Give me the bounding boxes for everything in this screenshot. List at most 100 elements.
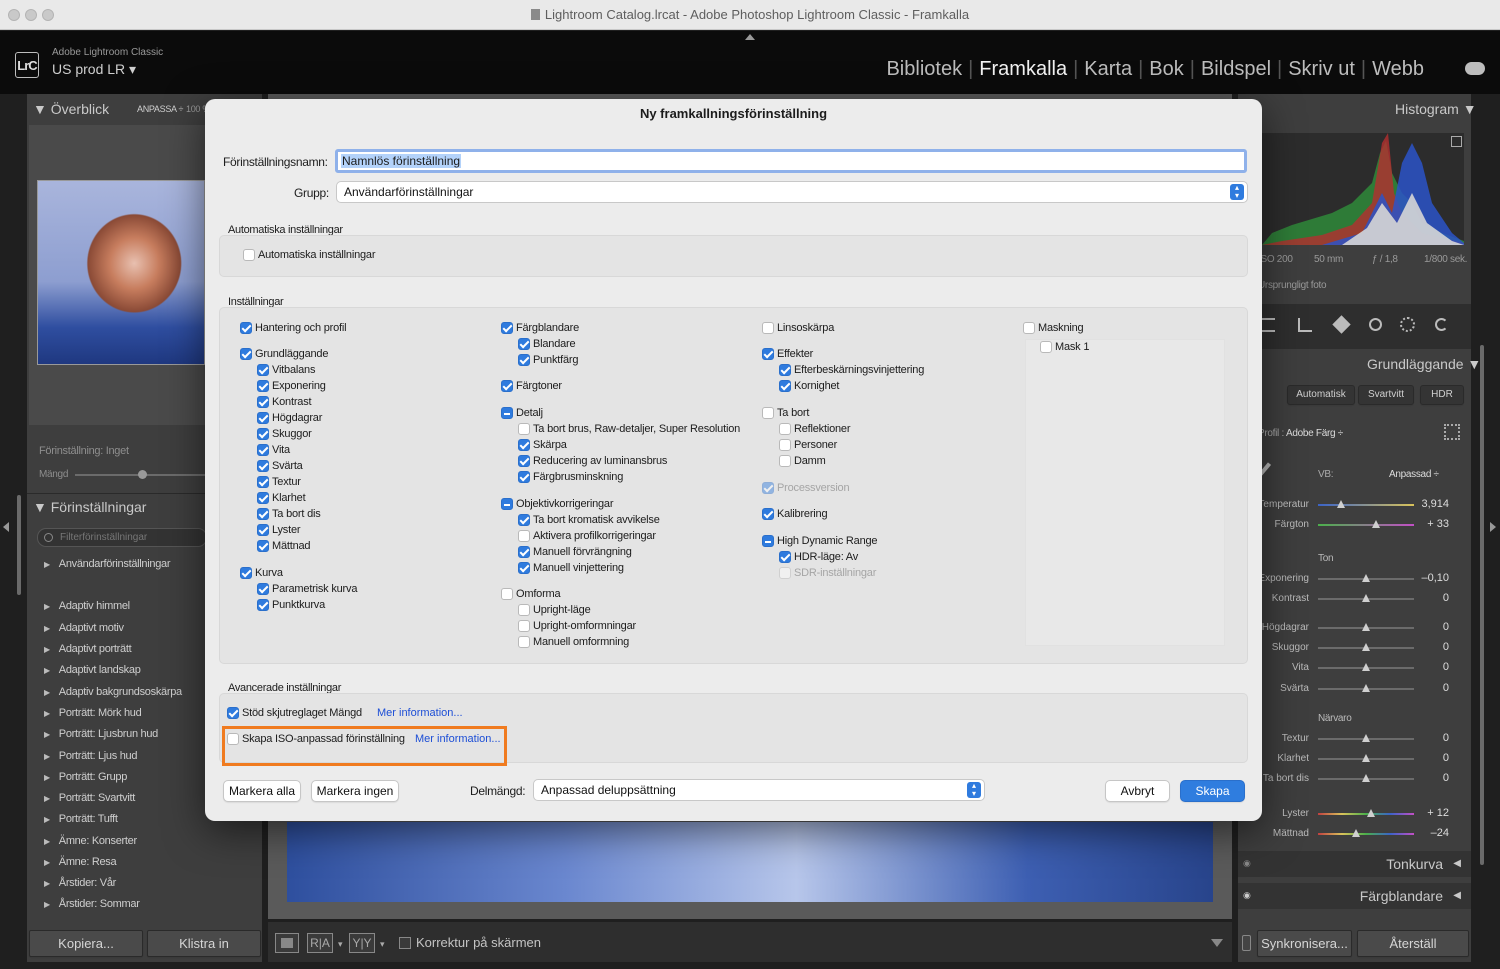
preset-group-item[interactable]: ▶ Porträtt: Tufft (44, 813, 118, 825)
more-info-link[interactable]: Mer information... (415, 733, 501, 745)
slider-track[interactable] (1318, 833, 1414, 835)
module-bibliotek[interactable]: Bibliotek (880, 58, 968, 81)
preset-group-item[interactable]: ▶ Årstider: Sommar (44, 898, 140, 910)
slider-value[interactable]: 0 (1443, 592, 1449, 604)
develop-slider[interactable]: Kontrast 0 (1238, 591, 1471, 607)
filter-presets-input[interactable]: Filterförinställningar (37, 528, 207, 547)
cloud-sync-icon[interactable] (1465, 62, 1485, 75)
setting-checkbox[interactable] (257, 492, 269, 504)
support-amount-checkbox[interactable] (227, 707, 239, 719)
preset-group-item[interactable]: ▶ Porträtt: Grupp (44, 771, 127, 783)
color-mixer-header[interactable]: ◉ Färgblandare ◀ (1238, 883, 1471, 909)
slider-track[interactable] (1318, 504, 1414, 506)
setting-checkbox[interactable] (257, 428, 269, 440)
slider-thumb[interactable] (1371, 520, 1380, 528)
preset-group-item[interactable]: ▶ Användarförinställningar (44, 558, 171, 570)
setting-checkbox[interactable] (257, 524, 269, 536)
preset-group-item[interactable]: ▶ Ämne: Resa (44, 856, 117, 868)
slider-value[interactable]: 0 (1443, 641, 1449, 653)
histogram-header[interactable]: Histogram ▼ (1395, 101, 1477, 117)
setting-checkbox[interactable] (518, 604, 530, 616)
setting-checkbox[interactable] (518, 546, 530, 558)
setting-checkbox[interactable] (257, 460, 269, 472)
slider-thumb[interactable] (1362, 734, 1370, 742)
profile-browser-icon[interactable] (1444, 424, 1460, 440)
main-photo[interactable] (287, 822, 1213, 902)
sync-button[interactable]: Synkronisera... (1257, 930, 1352, 957)
masking-icon[interactable] (1400, 317, 1415, 332)
slider-thumb[interactable] (1362, 684, 1370, 692)
module-karta[interactable]: Karta (1078, 58, 1138, 81)
slider-value[interactable]: 0 (1443, 752, 1449, 764)
slider-thumb[interactable] (1362, 754, 1370, 762)
slider-value[interactable]: –24 (1431, 827, 1449, 839)
module-webb[interactable]: Webb (1366, 58, 1430, 81)
profile-select[interactable]: Adobe Färg ÷ (1286, 428, 1343, 439)
setting-checkbox[interactable] (779, 455, 791, 467)
slider-value[interactable]: –0,10 (1421, 572, 1449, 584)
setting-checkbox[interactable] (240, 322, 252, 334)
setting-checkbox[interactable] (257, 444, 269, 456)
setting-checkbox[interactable] (779, 380, 791, 392)
treatment-automatic[interactable]: Automatisk (1287, 385, 1355, 405)
preset-group-item[interactable]: ▶ Porträtt: Ljusbrun hud (44, 728, 158, 740)
cancel-button[interactable]: Avbryt (1105, 780, 1170, 802)
setting-checkbox[interactable] (518, 636, 530, 648)
catalog-selector[interactable]: US prod LR ▾ (52, 61, 136, 78)
crop-icon[interactable] (1298, 318, 1312, 332)
develop-slider[interactable]: Textur 0 (1238, 731, 1471, 747)
setting-checkbox[interactable] (257, 540, 269, 552)
minimize-window-button[interactable] (25, 9, 37, 21)
copy-settings-button[interactable]: Kopiera... (29, 930, 143, 957)
setting-checkbox[interactable] (501, 588, 513, 600)
right-scrollbar[interactable] (1480, 345, 1484, 865)
yy-view-button[interactable]: Y|Y (349, 933, 375, 953)
soft-proof-checkbox[interactable] (399, 937, 411, 949)
auto-settings-checkbox[interactable] (243, 249, 255, 261)
reset-tool-icon[interactable] (1435, 318, 1448, 331)
slider-value[interactable]: 0 (1443, 732, 1449, 744)
setting-checkbox[interactable] (257, 583, 269, 595)
slider-value[interactable]: 0 (1443, 621, 1449, 633)
preset-group-item[interactable]: ▶ Adaptiv himmel (44, 600, 130, 612)
panel-toggle-top-icon[interactable] (745, 34, 755, 40)
develop-slider[interactable]: Svärta 0 (1238, 681, 1471, 697)
setting-checkbox[interactable] (257, 364, 269, 376)
setting-checkbox[interactable] (779, 364, 791, 376)
setting-checkbox[interactable] (762, 482, 774, 494)
preset-group-item[interactable]: ▶ Porträtt: Svartvitt (44, 792, 135, 804)
setting-checkbox[interactable] (501, 407, 513, 419)
left-panel-toggle-icon[interactable] (3, 522, 9, 532)
subset-select[interactable]: Anpassad deluppsättning ▴ ▾ (533, 779, 985, 801)
navigator-header[interactable]: ▼ Överblick (33, 101, 109, 117)
setting-checkbox[interactable] (762, 535, 774, 547)
preset-group-item[interactable]: ▶ Porträtt: Mörk hud (44, 707, 142, 719)
setting-checkbox[interactable] (518, 455, 530, 467)
group-select[interactable]: Användarförinställningar ▴ ▾ (336, 181, 1248, 203)
slider-thumb[interactable] (1362, 623, 1370, 631)
slider-thumb[interactable] (1352, 829, 1361, 837)
setting-checkbox[interactable] (501, 498, 513, 510)
develop-slider[interactable]: Mättnad –24 (1238, 826, 1471, 842)
slider-value[interactable]: + 12 (1427, 807, 1449, 819)
setting-checkbox[interactable] (779, 567, 791, 579)
setting-checkbox[interactable] (257, 380, 269, 392)
preset-group-item[interactable]: ▶ Porträtt: Ljus hud (44, 750, 137, 762)
setting-checkbox[interactable] (257, 476, 269, 488)
setting-checkbox[interactable] (257, 412, 269, 424)
setting-checkbox[interactable] (518, 562, 530, 574)
develop-slider[interactable]: Temperatur 3,914 (1238, 497, 1471, 513)
slider-track[interactable] (1318, 524, 1414, 526)
slider-value[interactable]: 0 (1443, 661, 1449, 673)
develop-slider[interactable]: Skuggor 0 (1238, 640, 1471, 656)
setting-checkbox[interactable] (779, 551, 791, 563)
navigator-fit[interactable]: ANPASSA ÷ (137, 104, 183, 114)
slider-value[interactable]: 0 (1443, 682, 1449, 694)
setting-checkbox[interactable] (762, 508, 774, 520)
histogram[interactable] (1262, 133, 1464, 245)
slider-thumb[interactable] (1337, 500, 1346, 508)
check-all-button[interactable]: Markera alla (223, 780, 301, 802)
slider-value[interactable]: + 33 (1427, 518, 1449, 530)
left-scrollbar[interactable] (17, 495, 21, 595)
setting-checkbox[interactable] (518, 514, 530, 526)
